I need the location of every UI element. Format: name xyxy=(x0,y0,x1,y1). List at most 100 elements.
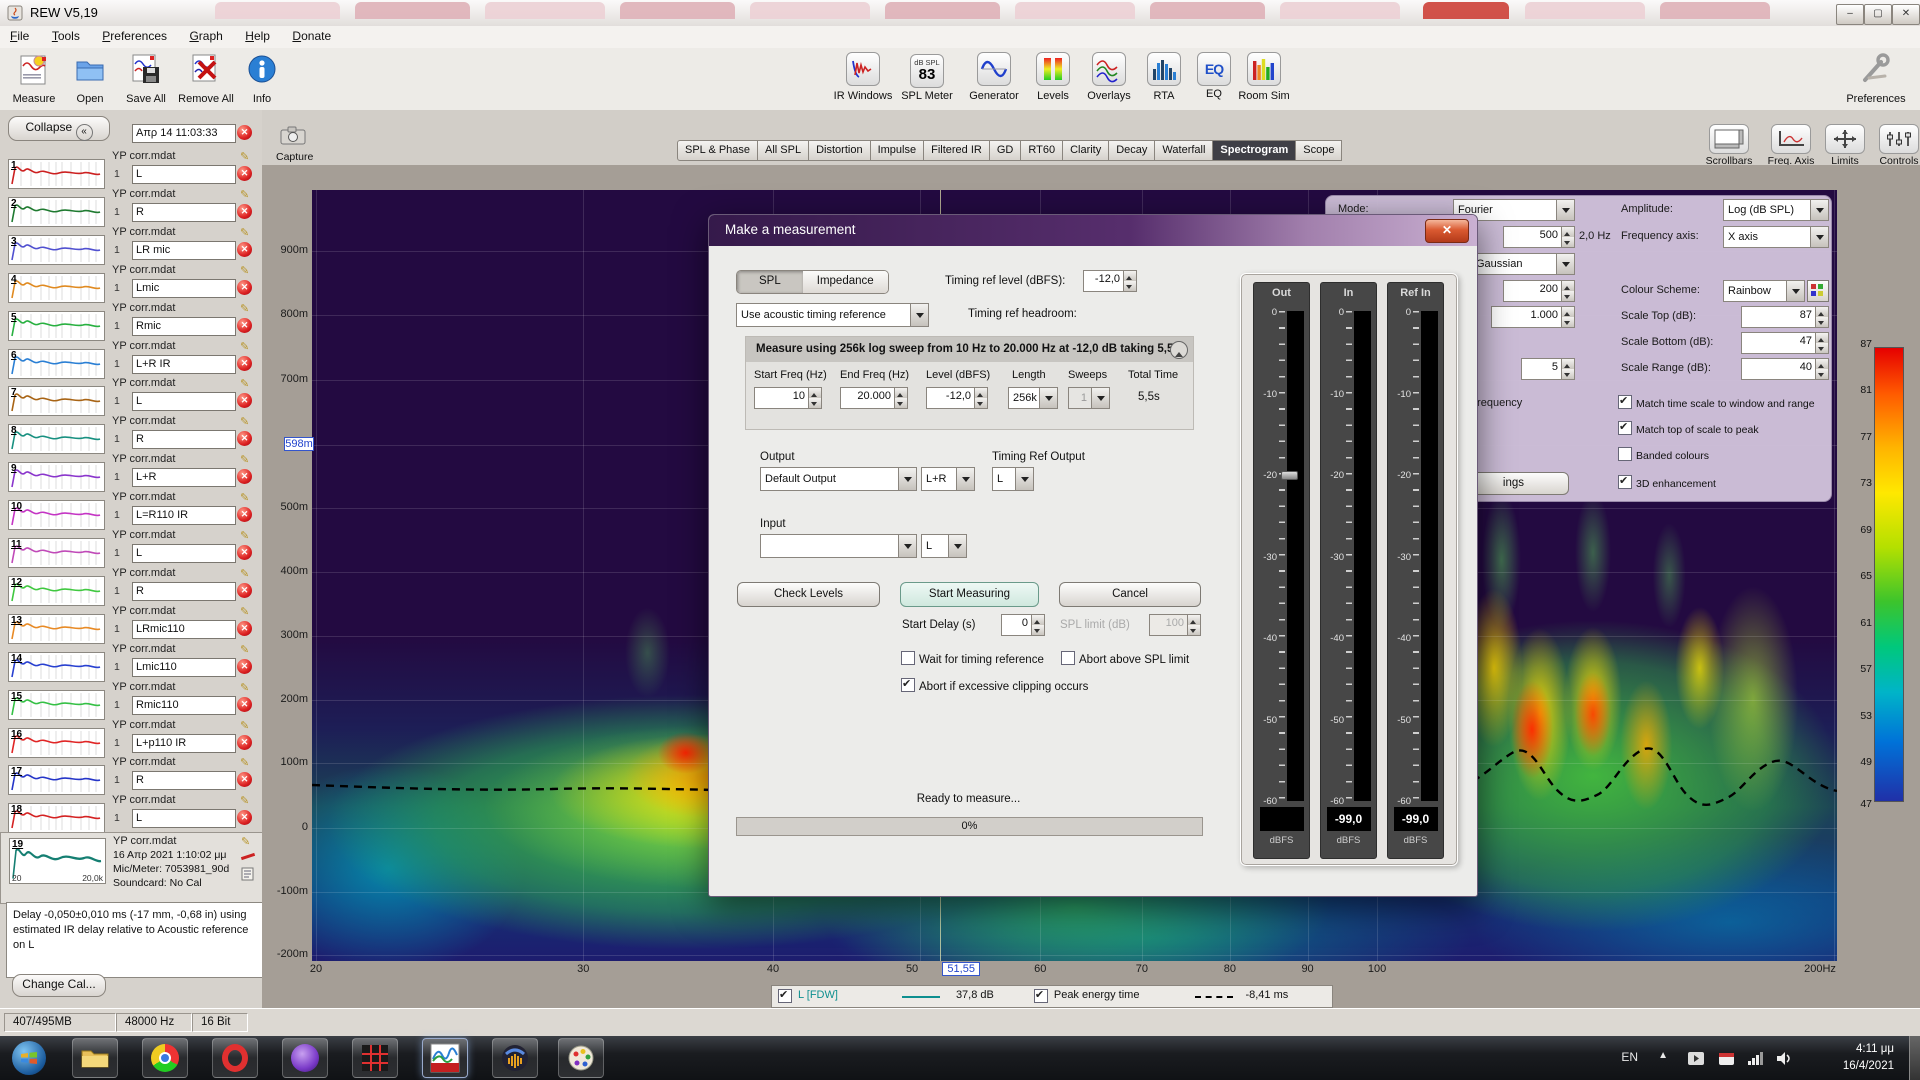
graph-tab-clarity[interactable]: Clarity xyxy=(1063,140,1109,161)
measurement-name-input[interactable]: R xyxy=(132,771,236,790)
measurement-name-input[interactable]: Rmic xyxy=(132,317,236,336)
info-button[interactable]: Info xyxy=(228,52,296,105)
graph-tab-gd[interactable]: GD xyxy=(990,140,1022,161)
notes-icon[interactable] xyxy=(241,867,254,881)
measurement-thumbnail[interactable]: 12 xyxy=(8,576,105,606)
measurement-name-input[interactable]: Lmic xyxy=(132,279,236,298)
delete-measurement-icon[interactable]: ✕ xyxy=(237,318,252,333)
colour-options-button[interactable] xyxy=(1807,280,1829,302)
check-levels-button[interactable]: Check Levels xyxy=(737,582,880,607)
collapse-chevron-icon[interactable] xyxy=(1170,341,1188,359)
edit-icon[interactable]: ✎ xyxy=(240,151,253,163)
cancel-button[interactable]: Cancel xyxy=(1059,582,1201,607)
edit-icon[interactable]: ✎ xyxy=(240,757,253,769)
measurement-row[interactable]: 12 YP corr.mdat ✎ 1 R ✕ xyxy=(0,567,262,605)
measurement-thumbnail[interactable]: 19 20 20,0k xyxy=(9,838,106,884)
measurement-row[interactable]: 17 YP corr.mdat ✎ 1 R ✕ xyxy=(0,756,262,794)
preferences-button[interactable]: Preferences xyxy=(1842,52,1910,105)
measurement-row[interactable]: 6 YP corr.mdat ✎ 1 L+R IR ✕ xyxy=(0,340,262,378)
measurement-row[interactable]: 11 YP corr.mdat ✎ 1 L ✕ xyxy=(0,529,262,567)
taskbar-app-red-grid[interactable] xyxy=(352,1038,398,1078)
edit-icon[interactable]: ✎ xyxy=(240,189,253,201)
delete-measurement-icon[interactable]: ✕ xyxy=(237,697,252,712)
show-desktop-button[interactable] xyxy=(1909,1036,1920,1080)
delete-measurement-icon[interactable]: ✕ xyxy=(237,280,252,295)
peak-energy-checkbox[interactable] xyxy=(1034,989,1048,1003)
delete-measurement-icon[interactable]: ✕ xyxy=(237,507,252,522)
dialog-close-button[interactable]: ✕ xyxy=(1425,219,1469,243)
scale-range-spinner[interactable]: 40 xyxy=(1741,358,1829,380)
language-indicator[interactable]: EN xyxy=(1621,1050,1638,1064)
graph-tab-all-spl[interactable]: All SPL xyxy=(758,140,809,161)
delete-measurement-icon[interactable]: ✕ xyxy=(237,810,252,825)
edit-icon[interactable]: ✎ xyxy=(240,644,253,656)
output-level-handle[interactable] xyxy=(1281,471,1298,480)
measurement-name-input[interactable]: L+R IR xyxy=(132,355,236,374)
edit-icon[interactable]: ✎ xyxy=(241,836,254,848)
measurement-name-input[interactable]: R xyxy=(132,430,236,449)
start-measuring-button[interactable]: Start Measuring xyxy=(900,582,1039,607)
window-fn-select[interactable]: Gaussian xyxy=(1471,253,1575,275)
length-select[interactable]: 256k xyxy=(1008,387,1058,409)
meter-out[interactable]: Out 0-10-20-30-40-50-60 dBFS xyxy=(1253,282,1310,859)
scrollbars-button[interactable]: Scrollbars xyxy=(1700,124,1758,167)
menu-help[interactable]: Help xyxy=(245,29,270,43)
measurement-row[interactable]: 9 YP corr.mdat ✎ 1 L+R ✕ xyxy=(0,453,262,491)
banded-colours-checkbox[interactable]: Banded colours xyxy=(1618,447,1709,462)
measurement-thumbnail[interactable]: 8 xyxy=(8,424,105,454)
dialog-title-bar[interactable]: Make a measurement ✕ xyxy=(709,215,1477,246)
measurement-row[interactable]: 4 YP corr.mdat ✎ 1 Lmic ✕ xyxy=(0,264,262,302)
graph-tab-waterfall[interactable]: Waterfall xyxy=(1155,140,1213,161)
measurement-row[interactable]: 2 YP corr.mdat ✎ 1 R ✕ xyxy=(0,188,262,226)
measurement-name-input[interactable]: L+R xyxy=(132,468,236,487)
graph-tab-distortion[interactable]: Distortion xyxy=(809,140,870,161)
taskbar-opera[interactable] xyxy=(212,1038,258,1078)
edit-icon[interactable]: ✎ xyxy=(240,227,253,239)
ir-windows-button[interactable]: IR Windows xyxy=(829,52,897,102)
maximize-button[interactable]: ▢ xyxy=(1864,4,1892,25)
close-button[interactable]: ✕ xyxy=(1892,4,1920,25)
abort-clipping-checkbox[interactable]: Abort if excessive clipping occurs xyxy=(901,678,1088,693)
measurement-thumbnail[interactable]: 2 xyxy=(8,197,105,227)
measurement-row[interactable]: 3 YP corr.mdat ✎ 1 LR mic ✕ xyxy=(0,226,262,264)
trace-color-icon[interactable] xyxy=(241,853,255,860)
delete-measurement-icon[interactable]: ✕ xyxy=(237,431,252,446)
taskbar-browser-purple[interactable] xyxy=(282,1038,328,1078)
measurement-thumbnail[interactable]: 1 xyxy=(8,159,105,189)
delete-measurement-icon[interactable]: ✕ xyxy=(237,659,252,674)
graph-tab-filtered-ir[interactable]: Filtered IR xyxy=(924,140,990,161)
delete-measurement-icon[interactable]: ✕ xyxy=(237,583,252,598)
delete-measurement-icon[interactable]: ✕ xyxy=(237,469,252,484)
taskbar-audacity[interactable] xyxy=(492,1038,538,1078)
save-all-button[interactable]: Save All xyxy=(112,52,180,105)
edit-icon[interactable]: ✎ xyxy=(240,303,253,315)
delete-measurement-icon[interactable]: ✕ xyxy=(237,545,252,560)
generator-button[interactable]: Generator xyxy=(960,52,1028,102)
delete-measurement-icon[interactable]: ✕ xyxy=(237,166,252,181)
measurement-name-input[interactable]: L xyxy=(132,809,236,828)
edit-icon[interactable]: ✎ xyxy=(240,454,253,466)
edit-icon[interactable]: ✎ xyxy=(240,568,253,580)
edit-icon[interactable]: ✎ xyxy=(240,416,253,428)
end-freq-spinner[interactable]: 20.000 xyxy=(840,387,908,409)
graph-tab-scope[interactable]: Scope xyxy=(1296,140,1342,161)
freq-axis-select[interactable]: X axis xyxy=(1723,226,1829,248)
room-sim-button[interactable]: Room Sim xyxy=(1230,52,1298,102)
edit-icon[interactable]: ✎ xyxy=(240,720,253,732)
change-cal-button[interactable]: Change Cal... xyxy=(12,974,106,997)
abort-spl-checkbox[interactable]: Abort above SPL limit xyxy=(1061,651,1189,666)
measurement-thumbnail[interactable]: 14 xyxy=(8,652,105,682)
wait-timing-checkbox[interactable]: Wait for timing reference xyxy=(901,651,1044,666)
tab-impedance[interactable]: Impedance xyxy=(803,271,888,293)
slices-spinner[interactable]: 1.000 xyxy=(1491,306,1575,328)
edit-icon[interactable]: ✎ xyxy=(240,606,253,618)
delete-measurement-icon[interactable]: ✕ xyxy=(237,735,252,750)
colour-scheme-select[interactable]: Rainbow xyxy=(1723,280,1805,302)
measurement-name-input[interactable]: L xyxy=(132,544,236,563)
measurement-name-input[interactable]: Lmic110 xyxy=(132,658,236,677)
taskbar-paint[interactable] xyxy=(558,1038,604,1078)
edit-icon[interactable]: ✎ xyxy=(240,682,253,694)
start-button[interactable] xyxy=(6,1038,52,1078)
level-spinner[interactable]: -12,0 xyxy=(926,387,988,409)
minimize-button[interactable]: – xyxy=(1836,4,1864,25)
